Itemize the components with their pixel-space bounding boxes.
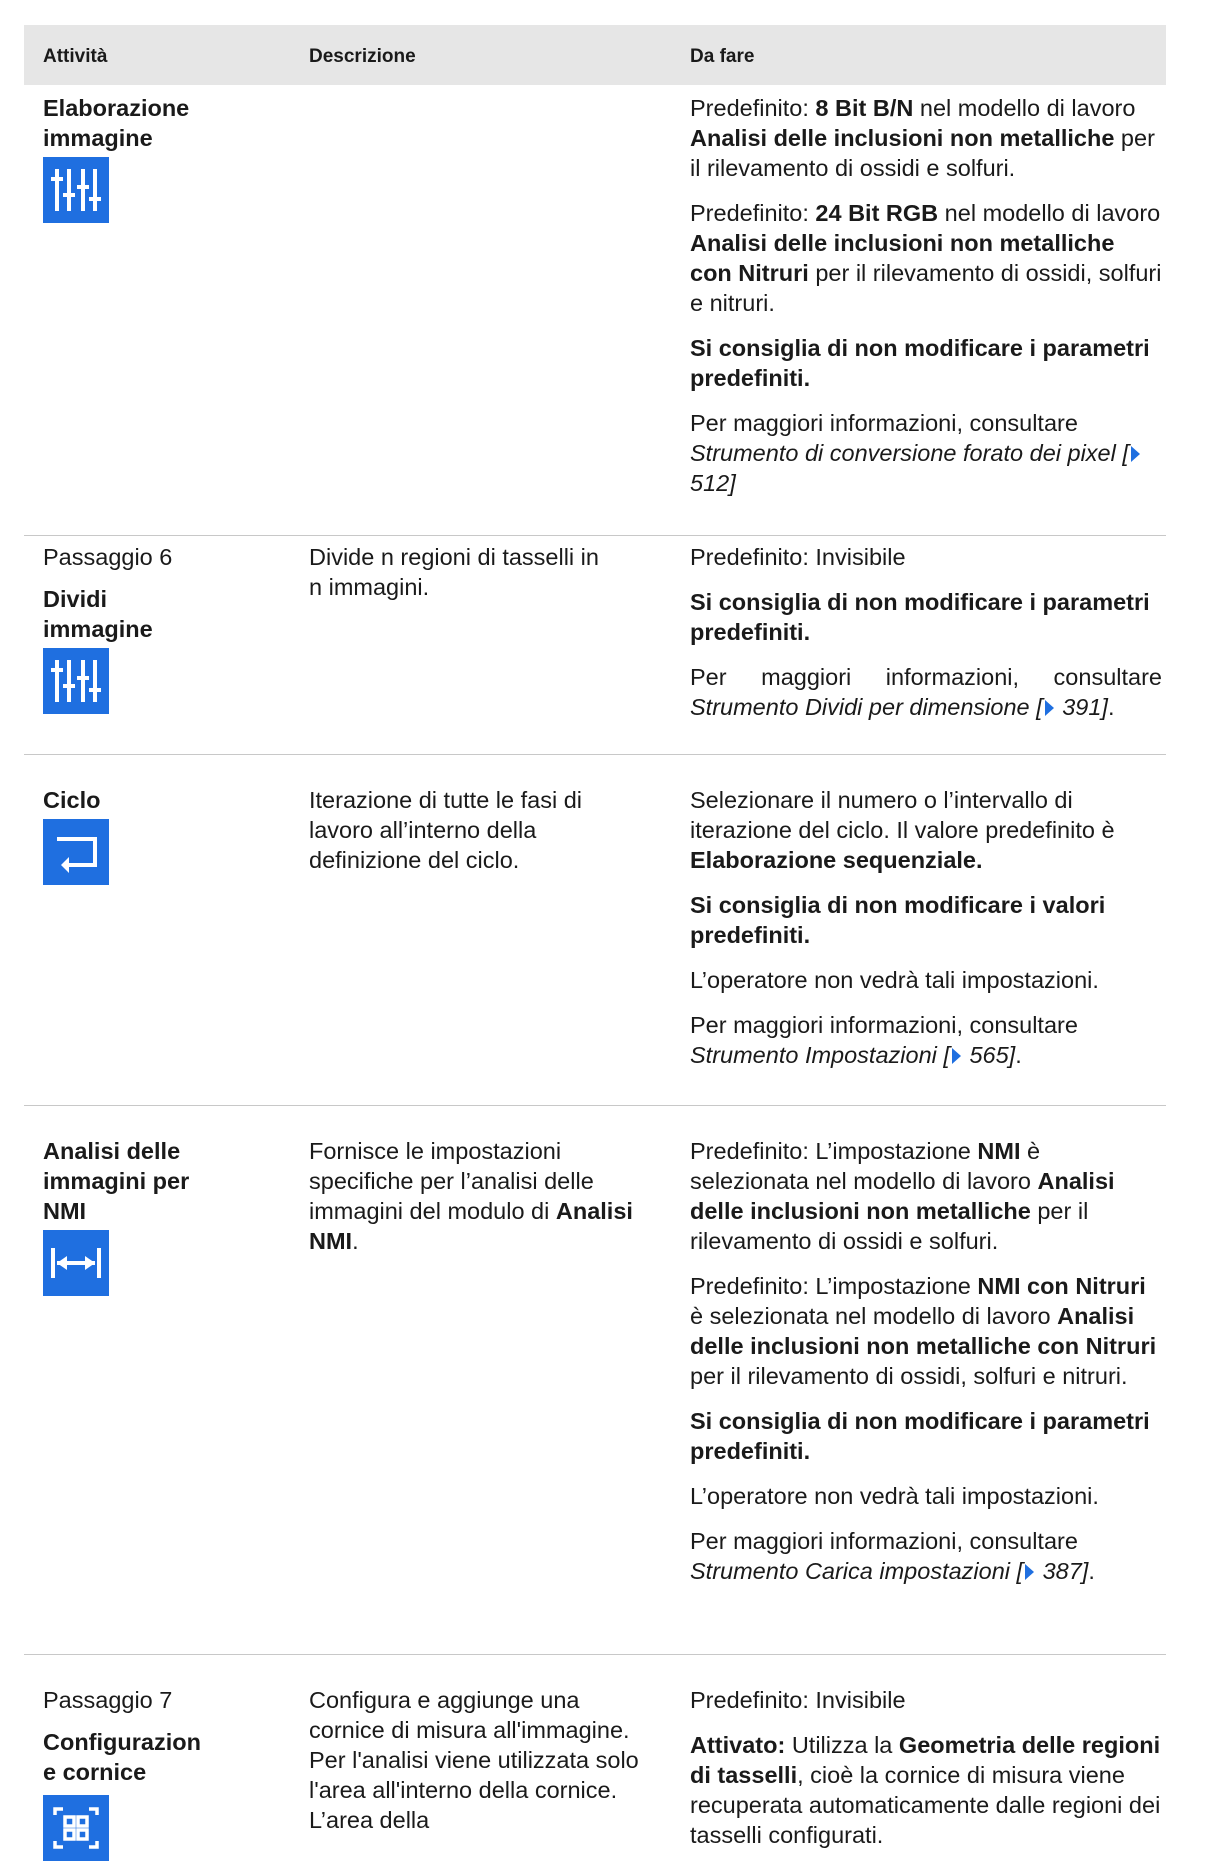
- row-title: Configurazion e cornice: [43, 1729, 201, 1785]
- reference-link[interactable]: Strumento Carica impostazioni [ 387]: [690, 1558, 1088, 1584]
- row-description: Configura e aggiunge una cornice di misu…: [309, 1687, 639, 1833]
- row-todo: Predefinito: Invisibile Si consiglia di …: [690, 544, 1162, 720]
- row-todo: Predefinito: 8 Bit B/N nel modello di la…: [690, 95, 1162, 496]
- table-row: Analisi delle immagini per NMI Fornisce …: [24, 1105, 1166, 1654]
- row-description: Divide n regioni di tasselli in n immagi…: [309, 544, 599, 600]
- row-title: Ciclo: [43, 787, 101, 813]
- settings-table: Attività Descrizione Da fare Elaborazion…: [24, 25, 1166, 1861]
- page-arrow-icon: [951, 1048, 961, 1064]
- step-label: Passaggio 6: [43, 544, 173, 570]
- header-activity: Attività: [43, 46, 108, 67]
- row-todo: Predefinito: L’impostazione NMI è selezi…: [690, 1138, 1157, 1584]
- reference-link[interactable]: Strumento di conversione forato dei pixe…: [690, 440, 1142, 496]
- page-arrow-icon: [1130, 446, 1140, 462]
- row-title: Analisi delle immagini per NMI: [43, 1138, 190, 1224]
- page-arrow-icon: [1044, 700, 1054, 716]
- frame-icon: [43, 1795, 109, 1861]
- row-title: Elaborazione immagine: [43, 95, 190, 151]
- row-description: Iterazione di tutte le fasi di lavoro al…: [309, 787, 583, 873]
- table-row: Passaggio 6 Dividi immagine Divide n reg…: [24, 535, 1166, 754]
- table-row: Elaborazione immagine Predefinito: 8 Bit…: [24, 85, 1166, 535]
- header-description: Descrizione: [309, 46, 416, 67]
- row-title: Dividi immagine: [43, 586, 153, 642]
- table-row: Passaggio 7 Configurazion e cornice Conf…: [24, 1654, 1166, 1861]
- sliders-icon: [43, 157, 109, 223]
- reference-link[interactable]: Strumento Impostazioni [ 565]: [690, 1042, 1015, 1068]
- row-todo: Selezionare il numero o l’intervallo di …: [690, 787, 1115, 1068]
- sliders-icon: [43, 648, 109, 714]
- loop-icon: [43, 819, 109, 885]
- step-label: Passaggio 7: [43, 1687, 173, 1713]
- table-header: Attività Descrizione Da fare: [24, 25, 1166, 85]
- reference-link[interactable]: Strumento Dividi per dimensione [ 391]: [690, 694, 1108, 720]
- row-description: Fornisce le impostazioni specifiche per …: [309, 1138, 633, 1254]
- table-row: Ciclo Iterazione di tutte le fasi di lav…: [24, 754, 1166, 1105]
- row-todo: Predefinito: Invisibile Attivato: Utiliz…: [690, 1687, 1161, 1848]
- measure-width-icon: [43, 1230, 109, 1296]
- page-arrow-icon: [1025, 1564, 1035, 1580]
- header-todo: Da fare: [690, 46, 755, 67]
